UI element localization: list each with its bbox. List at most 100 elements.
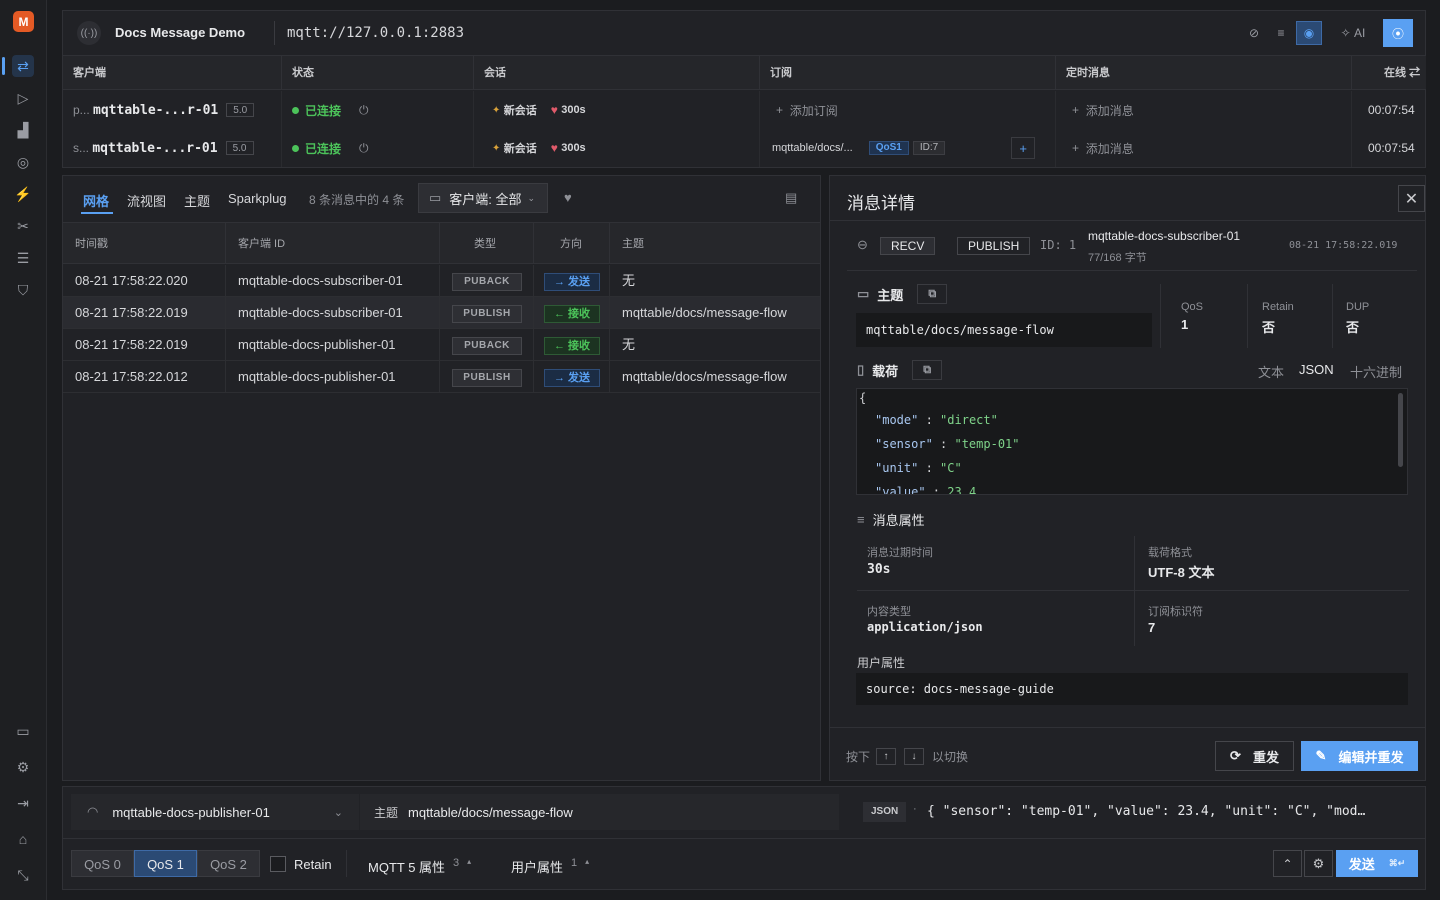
ai-label: AI (1354, 26, 1366, 40)
retain-checkbox[interactable] (270, 856, 286, 872)
tab-flow[interactable]: 流视图 (127, 191, 166, 210)
add-message-button[interactable]: + 添加消息 (1056, 91, 1352, 129)
chart-icon[interactable]: ▟ (12, 119, 34, 141)
user-prop-value: source: docs-message-guide (856, 673, 1408, 705)
user-props-label: 用户属性 (857, 656, 906, 670)
table-row[interactable]: 08-21 17:58:22.019 mqttable-docs-subscri… (63, 297, 820, 329)
qos-label: QoS (1181, 301, 1204, 313)
collapse-icon[interactable]: ⤡ (12, 864, 34, 886)
user-props-button[interactable]: 用户属性 1 ▴ (511, 857, 589, 876)
connection-name[interactable]: Docs Message Demo (115, 25, 245, 40)
table-row[interactable]: 08-21 17:58:22.020 mqttable-docs-subscri… (63, 265, 820, 297)
chevron-up-icon[interactable]: ⌃ (1273, 850, 1302, 877)
json-key: "value" (875, 485, 926, 495)
row-topic: 无 (622, 337, 636, 352)
mode-hex[interactable]: 十六进制 (1350, 362, 1402, 381)
hint-suffix: 以切换 (932, 750, 969, 764)
user-props-count: 1 (571, 857, 578, 869)
power-icon[interactable]: ⏻ (359, 103, 369, 118)
heart-filter-icon[interactable]: ♥ (564, 190, 572, 205)
divider (1332, 284, 1333, 348)
monitor-icon: ▭ (429, 190, 442, 205)
tools-icon[interactable]: ✂ (12, 215, 34, 237)
key-up: ↑ (876, 748, 897, 765)
subscription-topic: mqttable/docs/... (772, 142, 853, 154)
target-icon[interactable]: ◎ (12, 151, 34, 173)
mode-text[interactable]: 文本 (1258, 362, 1284, 381)
col-type: 类型 (440, 222, 534, 264)
row-topic: 无 (622, 273, 636, 288)
minus-circle-icon[interactable]: ⊖ (857, 237, 868, 253)
play-circle-icon[interactable]: ▷ (12, 87, 34, 109)
power-icon[interactable]: ⏻ (359, 141, 369, 156)
col-client: 客户端 (63, 56, 282, 90)
columns-icon[interactable]: ▤ (785, 190, 797, 206)
broker-url[interactable]: mqtt://127.0.0.1:2883 (287, 25, 464, 41)
status-cell: 已连接 ⏻ (282, 129, 474, 167)
publisher-topic-input[interactable]: 主题 mqttable/docs/message-flow (360, 794, 839, 830)
retain-label[interactable]: Retain (294, 857, 332, 872)
copy-icon[interactable]: ⧉ (912, 360, 943, 380)
settings-icon[interactable]: ⚙ (12, 756, 34, 778)
client-cell[interactable]: s... mqttable-...r-01 5.0 (63, 129, 282, 167)
script-icon[interactable]: ⚡ (12, 183, 34, 205)
tag-icon[interactable]: ⌂ (12, 828, 34, 850)
add-message-button[interactable]: + 添加消息 (1056, 129, 1352, 167)
row-time: 08-21 17:58:22.012 (63, 361, 226, 393)
connections-icon[interactable]: ⇄ (12, 55, 34, 77)
sliders-icon[interactable]: ≡ (1270, 21, 1292, 45)
refresh-icon: ⟳ (1230, 748, 1241, 763)
swap-icon[interactable]: ⇄ (1409, 67, 1420, 79)
ai-button[interactable]: ✧ AI (1331, 21, 1375, 45)
qos1-button[interactable]: QoS 1 (134, 850, 197, 877)
settings-icon[interactable]: ⚙ (1304, 850, 1333, 877)
hint-prefix: 按下 (846, 750, 871, 764)
status-text: 已连接 (305, 103, 342, 118)
plus-icon: + (1072, 103, 1080, 117)
retain-label: Retain (1262, 301, 1294, 313)
json-brace: { (859, 391, 867, 405)
plus-icon: + (776, 103, 784, 117)
add-subscription-plus-button[interactable]: + (1011, 137, 1036, 159)
table-row[interactable]: 08-21 17:58:22.019 mqttable-docs-publish… (63, 329, 820, 361)
shield-icon[interactable]: ⛉ (12, 279, 34, 301)
table-row[interactable]: 08-21 17:58:22.012 mqttable-docs-publish… (63, 361, 820, 393)
qos0-button[interactable]: QoS 0 (71, 850, 134, 877)
payload-preview[interactable]: { "sensor": "temp-01", "value": 23.4, "u… (927, 804, 1365, 819)
payload-editor[interactable]: { "mode" : "direct" "sensor" : "temp-01"… (856, 388, 1408, 495)
login-icon[interactable]: ⇥ (12, 792, 34, 814)
tab-sparkplug[interactable]: Sparkplug (228, 191, 287, 206)
topic-section: ▭ 主题 ⧉ (857, 284, 948, 304)
json-sep: : (918, 461, 941, 475)
terminal-icon[interactable]: ▭ (12, 720, 34, 742)
client-cell[interactable]: p... mqttable-...r-01 5.0 (63, 91, 282, 129)
json-key: "mode" (875, 413, 919, 427)
send-button[interactable]: 发送 ⌘↵ (1336, 850, 1418, 877)
database-icon[interactable]: ☰ (12, 247, 34, 269)
subscription-cell[interactable]: mqttable/docs/... QoS1 ID:7 + (760, 129, 1056, 167)
divider (346, 850, 347, 877)
add-subscription-button[interactable]: + 添加订阅 (760, 91, 1056, 129)
edit-resend-label: 编辑并重发 (1338, 749, 1404, 765)
publisher-client-select[interactable]: ◠ mqttable-docs-publisher-01 ⌄ (71, 794, 359, 830)
edit-resend-button[interactable]: ✎ 编辑并重发 (1301, 741, 1418, 771)
close-icon[interactable]: ✕ (1398, 185, 1425, 212)
format-badge[interactable]: JSON (863, 802, 907, 822)
messages-panel: 网格 流视图 主题 Sparkplug 8 条消息中的 4 条 ▭ 客户端: 全… (62, 175, 821, 781)
qos-value: 1 (1181, 317, 1189, 332)
copy-icon[interactable]: ⧉ (917, 284, 948, 304)
eye-off-icon[interactable]: ⊘ (1243, 21, 1265, 45)
eye-icon[interactable]: ◉ (1296, 21, 1322, 45)
mqtt5-props-button[interactable]: MQTT 5 属性 3 ▴ (368, 857, 471, 876)
direction-tag: → 发送 (544, 368, 600, 387)
client-filter-dropdown[interactable]: ▭ 客户端: 全部 ⌄ (418, 183, 548, 213)
tab-topics[interactable]: 主题 (184, 191, 210, 210)
record-icon[interactable]: ⦿ (1383, 19, 1413, 47)
session-cell: ✦ 新会话 ♥ 300s (474, 91, 760, 129)
scrollbar[interactable] (1398, 393, 1403, 467)
mode-json[interactable]: JSON (1299, 362, 1334, 377)
resend-button[interactable]: ⟳ 重发 (1215, 741, 1294, 771)
qos2-button[interactable]: QoS 2 (197, 850, 260, 877)
online-label: 在线 (1384, 67, 1406, 79)
tab-grid[interactable]: 网格 (83, 191, 109, 210)
